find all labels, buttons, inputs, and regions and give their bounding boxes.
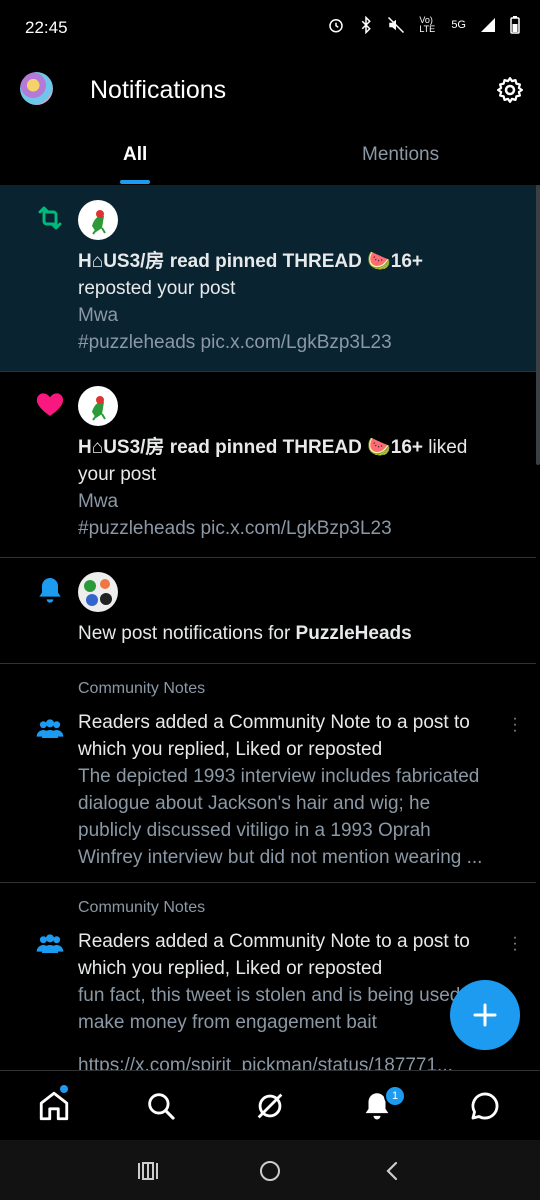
avatar[interactable]: [78, 386, 118, 426]
people-icon: [36, 934, 64, 953]
notification-post-alerts[interactable]: New post notifications for PuzzleHeads: [0, 558, 536, 664]
people-icon: [36, 719, 64, 738]
note-headline-line1: Readers added a Community Note to a post…: [78, 712, 470, 733]
community-notes-label: Community Notes: [78, 680, 206, 697]
heart-icon: [36, 393, 64, 416]
plus-icon: [473, 1003, 497, 1027]
note-headline-line2: which you replied, Liked or reposted: [78, 958, 383, 979]
search-icon[interactable]: [144, 1089, 178, 1123]
grok-icon[interactable]: [253, 1089, 287, 1123]
notification-text: H⌂US3/房 read pinned THREAD 🍉16+ liked yo…: [78, 434, 518, 542]
alarm-icon: [329, 19, 344, 33]
community-notes-label: Community Notes: [78, 899, 206, 916]
notification-like[interactable]: H⌂US3/房 read pinned THREAD 🍉16+ liked yo…: [0, 372, 536, 558]
post-preview-line2: #puzzleheads pic.x.com/LgkBzp3L23: [78, 518, 392, 539]
messages-icon[interactable]: [468, 1089, 502, 1123]
note-body-line2: dialogue about Jackson's hair and wig; h…: [78, 793, 431, 814]
notification-action: reposted your post: [78, 278, 236, 299]
tab-bar: All Mentions: [0, 128, 540, 186]
notification-text: New post notifications for PuzzleHeads: [78, 620, 518, 647]
notification-text: H⌂US3/房 read pinned THREAD 🍉16+ reposted…: [78, 248, 518, 356]
profile-avatar[interactable]: [20, 72, 53, 105]
bottom-nav: 1: [0, 1070, 540, 1141]
scrollbar[interactable]: [536, 185, 540, 465]
home-circle-icon[interactable]: [258, 1159, 282, 1183]
note-body-line3: publicly discussed vitiligo in a 1993 Op…: [78, 820, 431, 841]
back-icon[interactable]: [382, 1160, 402, 1182]
post-preview-line2: #puzzleheads pic.x.com/LgkBzp3L23: [78, 332, 392, 353]
note-body-line1: The depicted 1993 interview includes fab…: [78, 766, 480, 787]
volte-indicator: Vo) LTE: [419, 15, 436, 34]
notification-repost[interactable]: H⌂US3/房 read pinned THREAD 🍉16+ reposted…: [0, 185, 536, 372]
network-label: 5G: [451, 19, 466, 31]
repost-icon: [38, 206, 62, 230]
status-bar: 22:45 Vo) LTE 5G: [0, 0, 540, 56]
notification-count-badge: 1: [384, 1085, 406, 1107]
bell-icon: [39, 578, 61, 603]
system-nav-bar: [0, 1140, 540, 1200]
bluetooth-icon: [362, 16, 372, 34]
tab-all[interactable]: All: [123, 144, 147, 166]
note-headline-line1: Readers added a Community Note to a post…: [78, 931, 470, 952]
home-icon[interactable]: [37, 1089, 71, 1123]
puzzle-avatar-icon: [84, 579, 112, 606]
post-preview-line1: Mwa: [78, 491, 119, 512]
frog-avatar-icon: [92, 210, 106, 235]
user-name[interactable]: H⌂US3/房 read pinned THREAD 🍉16+: [78, 251, 423, 272]
signal-icon: [481, 18, 495, 32]
home-unread-dot: [60, 1085, 68, 1093]
battery-icon: [510, 16, 520, 34]
status-icons: Vo) LTE 5G: [327, 16, 520, 34]
note-body-line4: Winfrey interview but did not mention we…: [78, 847, 483, 868]
account-name[interactable]: PuzzleHeads: [296, 623, 412, 644]
settings-gear-icon[interactable]: [495, 75, 525, 105]
tab-mentions[interactable]: Mentions: [362, 144, 439, 166]
notification-action-cont: your post: [78, 464, 157, 485]
compose-post-button[interactable]: [450, 980, 520, 1050]
note-headline-line2: which you replied, Liked or reposted: [78, 739, 383, 760]
frog-avatar-icon: [92, 396, 106, 421]
notification-community-note[interactable]: Community Notes · · · Readers added a Comm…: [0, 664, 536, 883]
user-name[interactable]: H⌂US3/房 read pinned THREAD 🍉16+: [78, 437, 423, 458]
notification-message: New post notifications for: [78, 623, 296, 644]
recent-apps-icon[interactable]: [136, 1160, 160, 1182]
status-time: 22:45: [25, 18, 68, 37]
mute-icon: [388, 16, 405, 34]
avatar[interactable]: [78, 572, 118, 612]
post-preview-line1: Mwa: [78, 305, 119, 326]
active-tab-indicator: [120, 180, 150, 184]
avatar[interactable]: [78, 200, 118, 240]
note-link[interactable]: https://x.com/spirit_pickman/status/1877…: [78, 1052, 518, 1070]
notification-action: liked: [423, 437, 468, 458]
note-content: Readers added a Community Note to a post…: [78, 709, 518, 871]
app-header: Notifications: [0, 56, 540, 128]
page-title: Notifications: [90, 76, 227, 104]
